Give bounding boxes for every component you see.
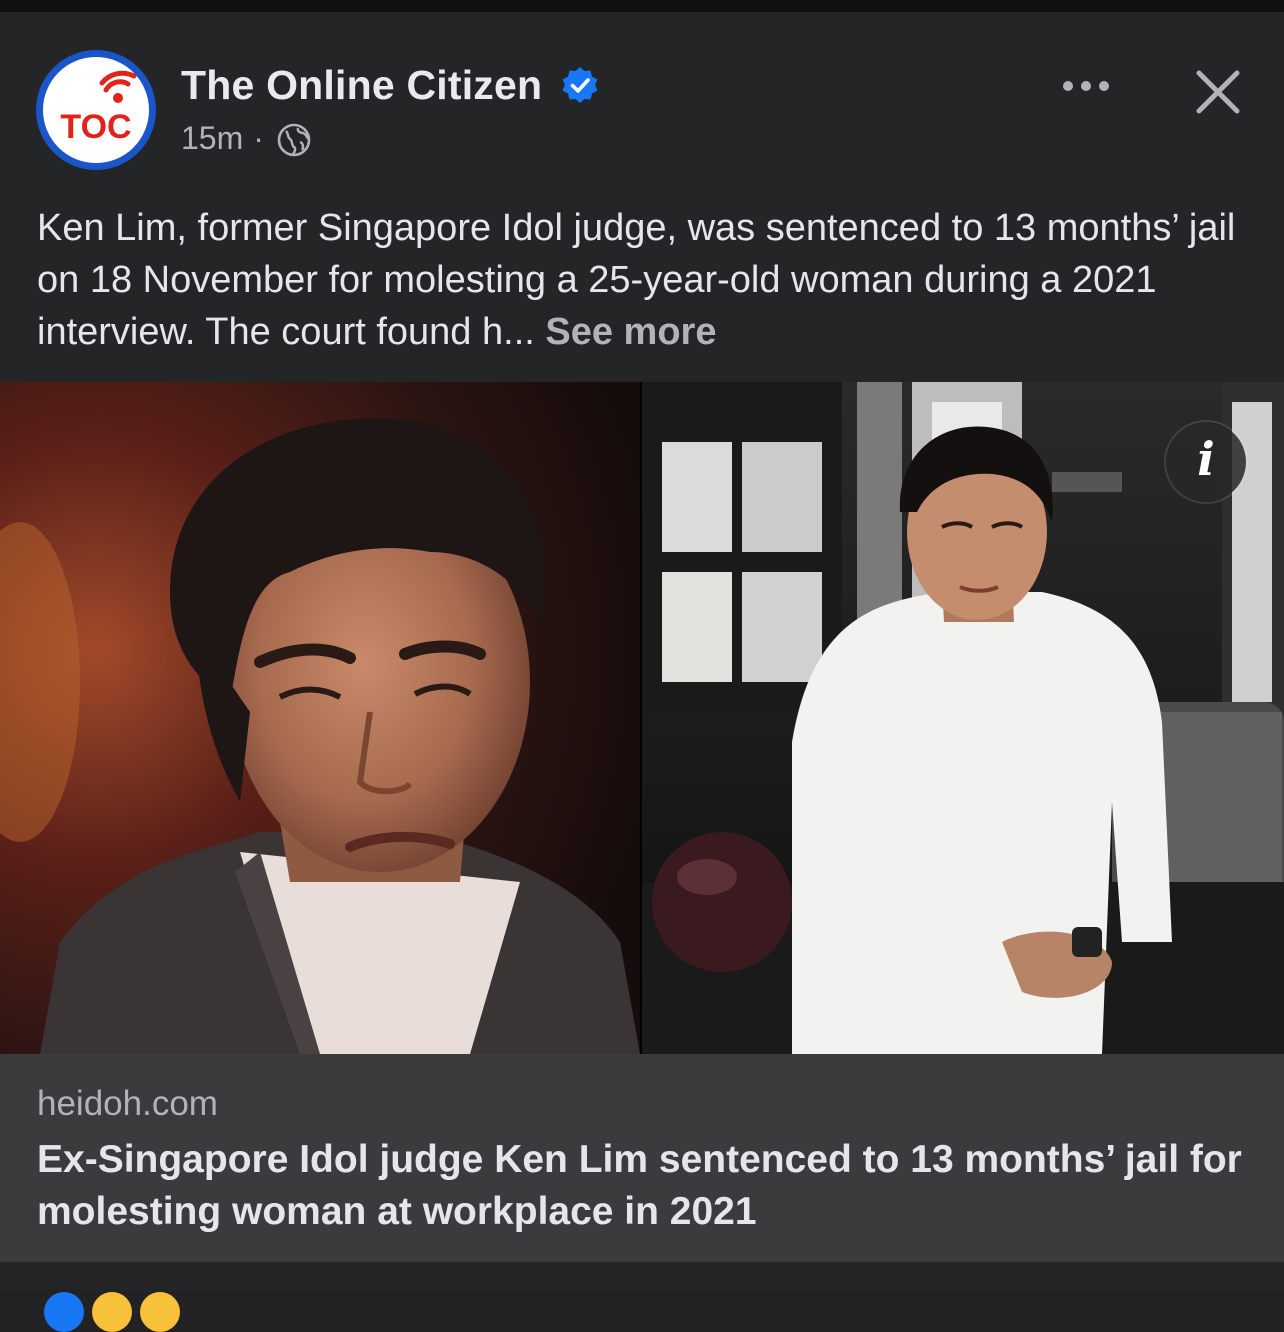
globe-icon xyxy=(277,123,311,157)
info-icon: i xyxy=(1197,432,1215,486)
toc-logo-icon: TOC xyxy=(60,70,137,146)
page-name[interactable]: The Online Citizen xyxy=(181,62,542,109)
haha-reaction-icon xyxy=(92,1292,132,1332)
close-icon[interactable] xyxy=(1190,64,1246,120)
reaction-icons[interactable] xyxy=(44,1292,194,1332)
photo-left xyxy=(0,382,640,1054)
meta-separator: · xyxy=(253,120,264,156)
top-strip xyxy=(0,0,1284,12)
page-avatar[interactable]: TOC xyxy=(36,50,156,170)
like-reaction-icon xyxy=(44,1292,84,1332)
verified-badge-icon xyxy=(562,67,598,103)
avatar-text: TOC xyxy=(60,108,131,146)
photo-portrait-left xyxy=(0,382,640,1054)
link-headline[interactable]: Ex-Singapore Idol judge Ken Lim sentence… xyxy=(37,1134,1247,1238)
feed-post: TOC The Online Citizen 15m · Ken Lim, for… xyxy=(0,12,1284,1332)
post-time[interactable]: 15m xyxy=(181,120,243,156)
see-more-link[interactable]: See more xyxy=(545,311,716,353)
info-button[interactable]: i xyxy=(1166,422,1246,502)
post-caption: Ken Lim, former Singapore Idol judge, wa… xyxy=(37,202,1252,358)
link-domain: heidoh.com xyxy=(37,1084,218,1123)
post-image[interactable] xyxy=(0,382,1284,1054)
link-preview-card[interactable]: heidoh.com Ex-Singapore Idol judge Ken L… xyxy=(0,1054,1284,1262)
post-meta: 15m · xyxy=(181,120,274,157)
more-horizontal-icon[interactable] xyxy=(1058,68,1114,104)
wow-reaction-icon xyxy=(140,1292,180,1332)
